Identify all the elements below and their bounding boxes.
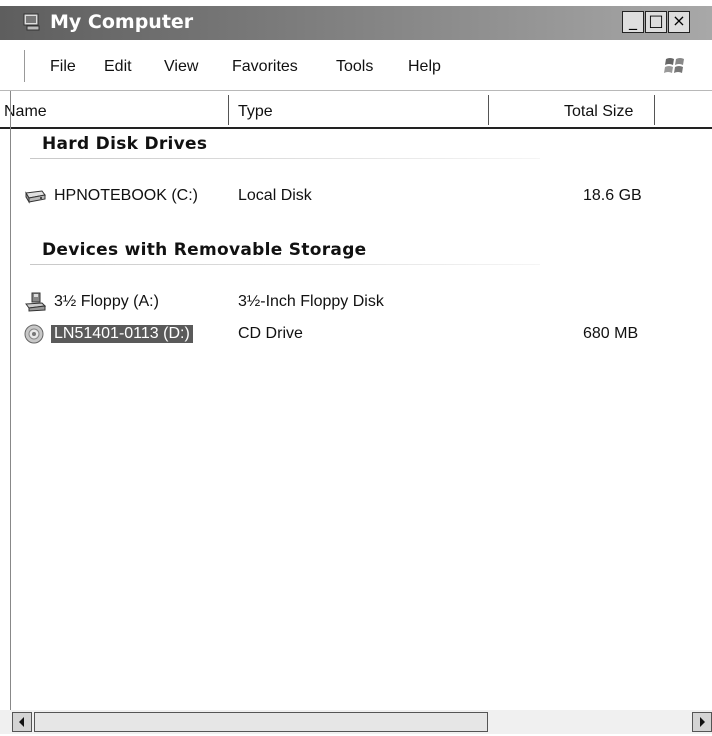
scroll-left-button[interactable] (12, 712, 32, 732)
group-divider (30, 264, 540, 265)
group-title-removable-storage: Devices with Removable Storage (42, 240, 367, 260)
cd-drive-icon (24, 324, 44, 344)
window-title: My Computer (50, 11, 194, 33)
list-item[interactable]: HPNOTEBOOK (C:) Local Disk 18.6 GB (0, 184, 712, 210)
menu-file[interactable]: File (50, 58, 76, 76)
horizontal-scrollbar[interactable] (0, 710, 712, 734)
column-divider[interactable] (654, 95, 655, 125)
minimize-button[interactable]: _ (622, 11, 644, 33)
drive-name: LN51401-0113 (D:) (51, 325, 193, 343)
menu-tools[interactable]: Tools (336, 58, 373, 76)
menu-favorites[interactable]: Favorites (232, 58, 298, 76)
drive-name: HPNOTEBOOK (C:) (54, 187, 199, 204)
drive-type: 3½-Inch Floppy Disk (238, 293, 384, 310)
drive-size: 18.6 GB (583, 187, 642, 204)
drive-type: CD Drive (238, 325, 303, 342)
my-computer-window: My Computer _ □ × File Edit View Favorit… (0, 0, 712, 734)
toolbar-grip[interactable] (24, 50, 29, 82)
drive-size: 680 MB (583, 325, 639, 342)
column-header-type[interactable]: Type (238, 103, 273, 121)
maximize-button[interactable]: □ (645, 11, 667, 33)
scroll-thumb[interactable] (34, 712, 488, 732)
column-divider[interactable] (488, 95, 489, 125)
menu-bar: File Edit View Favorites Tools Help (0, 40, 712, 91)
drive-name: 3½ Floppy (A:) (54, 293, 159, 310)
list-item[interactable]: 3½ Floppy (A:) 3½-Inch Floppy Disk (0, 290, 712, 316)
menu-edit[interactable]: Edit (104, 58, 132, 76)
arrow-right-icon (700, 717, 705, 727)
column-headers: Name Type Total Size (0, 91, 712, 129)
windows-flag-icon (664, 58, 684, 73)
column-divider[interactable] (228, 95, 229, 125)
arrow-left-icon (19, 717, 24, 727)
title-bar[interactable]: My Computer _ □ × (0, 6, 712, 40)
menu-help[interactable]: Help (408, 58, 441, 76)
column-header-total-size[interactable]: Total Size (564, 103, 633, 121)
floppy-drive-icon (25, 292, 46, 312)
hard-drive-icon (25, 190, 46, 204)
menu-view[interactable]: View (164, 58, 198, 76)
group-divider (30, 158, 540, 159)
list-item-selected[interactable]: LN51401-0113 (D:) CD Drive 680 MB (0, 322, 712, 348)
group-title-hard-disk-drives: Hard Disk Drives (42, 134, 208, 154)
drive-type: Local Disk (238, 187, 312, 204)
close-button[interactable]: × (668, 11, 690, 33)
my-computer-icon (23, 13, 40, 31)
scroll-right-button[interactable] (692, 712, 712, 732)
